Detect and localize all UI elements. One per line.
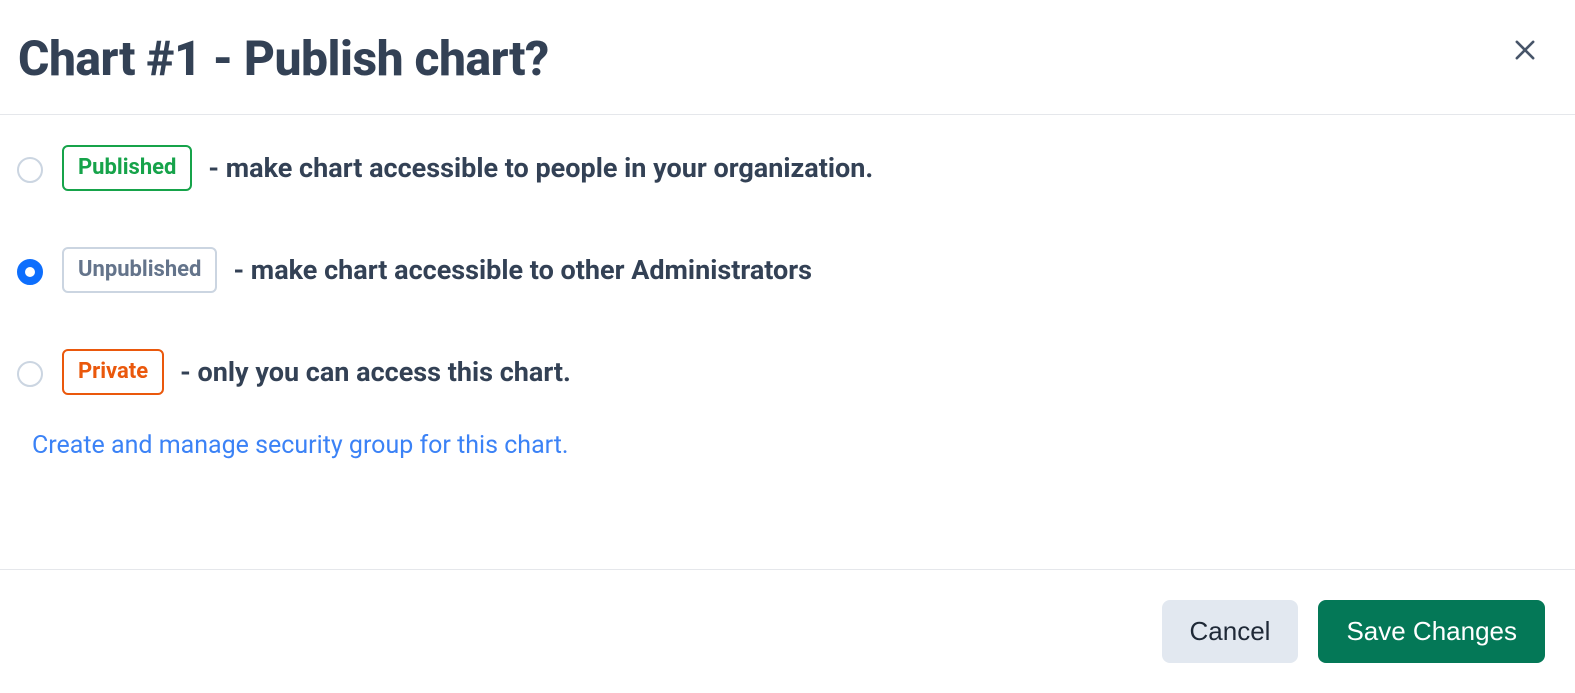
- save-changes-button[interactable]: Save Changes: [1318, 600, 1545, 663]
- radio-unpublished[interactable]: [17, 259, 43, 285]
- option-unpublished[interactable]: Unpublished - make chart accessible to o…: [12, 247, 1545, 293]
- security-group-link[interactable]: Create and manage security group for thi…: [32, 431, 569, 460]
- option-private[interactable]: Private - only you can access this chart…: [12, 349, 1545, 395]
- option-published[interactable]: Published - make chart accessible to peo…: [12, 145, 1545, 191]
- badge-private: Private: [62, 349, 164, 395]
- dialog-title: Chart #1 - Publish chart?: [18, 34, 549, 84]
- badge-unpublished: Unpublished: [62, 247, 217, 293]
- close-icon: [1511, 36, 1539, 64]
- badge-published: Published: [62, 145, 192, 191]
- dialog-header: Chart #1 - Publish chart?: [0, 0, 1575, 115]
- publish-chart-dialog: Chart #1 - Publish chart? Published - ma…: [0, 0, 1575, 693]
- option-unpublished-description: - make chart accessible to other Adminis…: [233, 254, 812, 286]
- radio-private[interactable]: [17, 361, 43, 387]
- dialog-footer: Cancel Save Changes: [0, 570, 1575, 693]
- cancel-button[interactable]: Cancel: [1162, 600, 1299, 663]
- dialog-body: Published - make chart accessible to peo…: [0, 115, 1575, 570]
- option-published-description: - make chart accessible to people in you…: [208, 152, 873, 184]
- radio-published[interactable]: [17, 157, 43, 183]
- security-link-row: Create and manage security group for thi…: [12, 431, 1545, 460]
- option-private-description: - only you can access this chart.: [180, 356, 571, 388]
- close-button[interactable]: [1505, 30, 1545, 70]
